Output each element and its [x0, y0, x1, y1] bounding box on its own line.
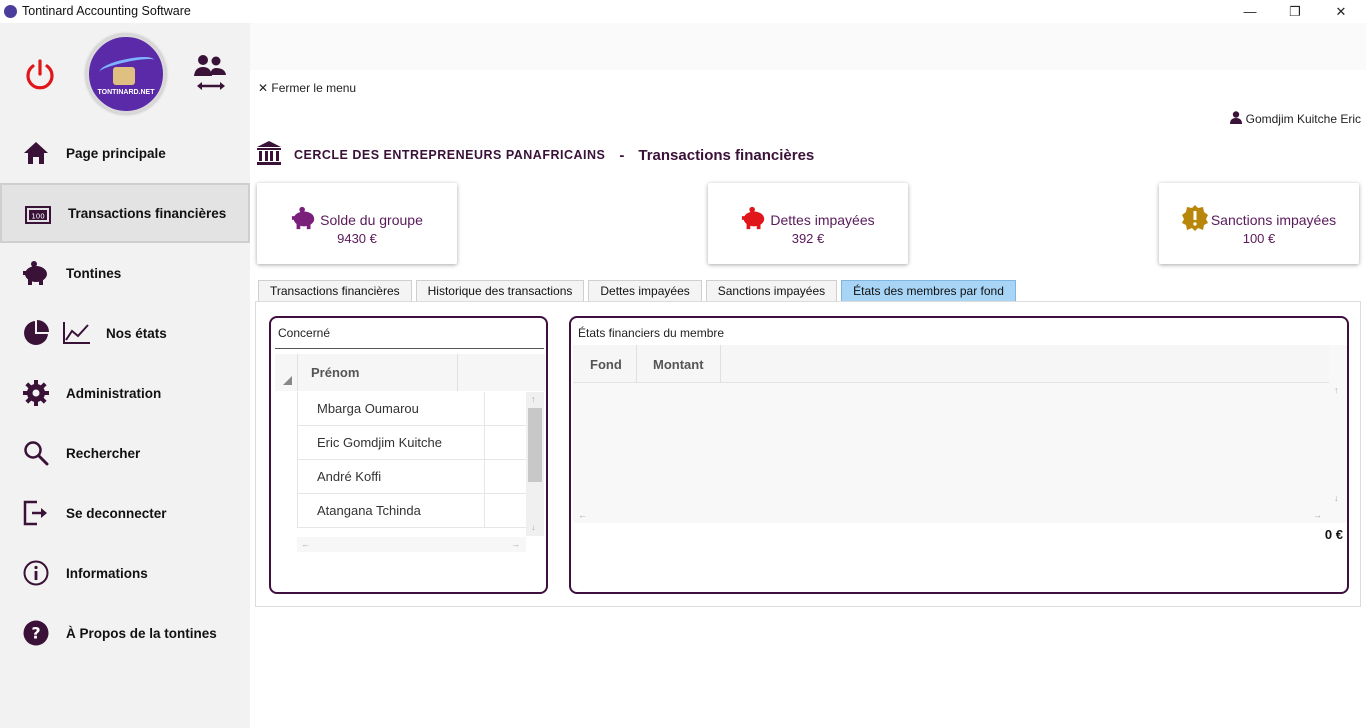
members-horizontal-scrollbar[interactable]: ← →	[297, 537, 526, 552]
piggy-bank-icon	[291, 205, 317, 234]
close-button[interactable]: ✕	[1318, 0, 1364, 23]
tab-historique-des-transactions[interactable]: Historique des transactions	[415, 280, 585, 302]
card-dettes-impayees: Dettes impayées 392 €	[708, 183, 908, 264]
concerne-title: Concerné	[278, 326, 331, 340]
scroll-up-icon[interactable]: ↑	[531, 394, 536, 404]
total-amount: 0 €	[1324, 527, 1343, 542]
divider	[275, 348, 544, 349]
sidebar: TONTINARD.NET Page principale 100 Transa…	[0, 23, 250, 728]
switch-group-icon[interactable]	[192, 52, 228, 99]
tab-etats-des-membres-par-fond[interactable]: États des membres par fond	[841, 280, 1016, 302]
card-sanctions-impayees: Sanctions impayées 100 €	[1159, 183, 1359, 264]
nav-transactions-financieres[interactable]: 100 Transactions financières	[0, 183, 250, 243]
title-separator: -	[619, 146, 625, 164]
members-vertical-scrollbar[interactable]: ↑ ↓	[526, 392, 544, 536]
card-value: 392 €	[791, 231, 825, 246]
table-row[interactable]: André Koffi	[297, 460, 526, 494]
members-grid-header: Prénom	[275, 354, 545, 391]
piggy-bank-icon	[741, 205, 767, 234]
concerne-box: Concerné Prénom Mbarga Oumarou Eric Gomd…	[269, 316, 548, 594]
card-value: 9430 €	[337, 231, 377, 246]
scroll-left-icon[interactable]: ←	[301, 539, 310, 549]
tab-transactions-financieres[interactable]: Transactions financières	[258, 280, 412, 302]
top-strip	[250, 23, 1366, 70]
pie-chart-icon	[22, 319, 50, 347]
select-all-corner[interactable]	[283, 376, 292, 385]
fund-grid-header: Fond Montant	[573, 345, 1329, 383]
minimize-button[interactable]: —	[1227, 0, 1273, 23]
power-icon[interactable]	[22, 57, 58, 98]
title-bar: Tontinard Accounting Software — ❐ ✕	[0, 0, 1366, 23]
scroll-left-icon[interactable]: ←	[578, 510, 587, 520]
gear-icon	[22, 379, 50, 407]
maximize-button[interactable]: ❐	[1272, 0, 1318, 23]
nav-se-deconnecter[interactable]: Se deconnecter	[0, 483, 250, 543]
nav-tontines[interactable]: Tontines	[0, 243, 250, 303]
table-row[interactable]: Mbarga Oumarou	[297, 392, 526, 426]
info-icon	[22, 559, 50, 587]
card-solde-du-groupe: Solde du groupe 9430 €	[257, 183, 457, 264]
fund-horizontal-scrollbar[interactable]: ← →	[573, 508, 1329, 523]
nav-rechercher[interactable]: Rechercher	[0, 423, 250, 483]
app-icon	[4, 5, 17, 18]
column-header-montant[interactable]: Montant	[653, 357, 704, 372]
scroll-right-icon[interactable]: →	[1313, 510, 1322, 520]
user-name: Gomdjim Kuitche Eric	[1245, 112, 1361, 126]
nav-administration[interactable]: Administration	[0, 363, 250, 423]
card-value: 100 €	[1242, 231, 1276, 246]
fund-vertical-scrollbar[interactable]: ↑ ↓	[1329, 383, 1347, 508]
scroll-down-icon[interactable]: ↓	[1334, 493, 1339, 503]
organization-name: CERCLE DES ENTREPRENEURS PANAFRICAINS	[294, 148, 606, 162]
card-title: Dettes impayées	[770, 211, 875, 228]
bank-icon	[256, 140, 282, 171]
home-icon	[22, 139, 50, 167]
search-icon	[22, 439, 50, 467]
card-title: Sanctions impayées	[1210, 211, 1337, 228]
close-menu-button[interactable]: ✕ Fermer le menu	[258, 81, 356, 95]
main-content: ✕ Fermer le menu Gomdjim Kuitche Eric CE…	[250, 23, 1366, 728]
line-chart-icon	[62, 321, 92, 350]
user-icon	[1229, 111, 1242, 127]
tab-panel: Concerné Prénom Mbarga Oumarou Eric Gomd…	[255, 301, 1361, 607]
fund-grid: Fond Montant ↑ ↓ ← →	[573, 345, 1347, 523]
card-title: Solde du groupe	[320, 211, 423, 228]
cash-icon: 100	[24, 201, 52, 229]
scroll-up-icon[interactable]: ↑	[1334, 385, 1339, 395]
nav-a-propos[interactable]: ? À Propos de la tontines	[0, 603, 250, 663]
app-logo: TONTINARD.NET	[86, 34, 166, 114]
column-header-prenom[interactable]: Prénom	[311, 365, 359, 380]
user-info: Gomdjim Kuitche Eric	[1229, 111, 1361, 127]
nav-nos-etats[interactable]: Nos états	[0, 303, 250, 363]
scroll-thumb[interactable]	[528, 408, 542, 482]
page-heading: CERCLE DES ENTREPRENEURS PANAFRICAINS - …	[256, 140, 815, 171]
svg-text:?: ?	[31, 624, 40, 643]
nav-informations[interactable]: Informations	[0, 543, 250, 603]
tab-bar: Transactions financières Historique des …	[258, 280, 1016, 302]
warning-badge-icon	[1181, 205, 1208, 234]
scroll-right-icon[interactable]: →	[511, 539, 520, 549]
table-row[interactable]: Atangana Tchinda	[297, 494, 526, 528]
tab-dettes-impayees[interactable]: Dettes impayées	[588, 280, 702, 302]
help-icon: ?	[22, 619, 50, 647]
etats-financiers-title: États financiers du membre	[578, 326, 725, 340]
page-title: Transactions financières	[638, 146, 815, 164]
logo-text: TONTINARD.NET	[97, 89, 155, 96]
etats-financiers-box: États financiers du membre Fond Montant …	[569, 316, 1349, 594]
piggy-bank-icon	[22, 259, 50, 287]
scroll-down-icon[interactable]: ↓	[531, 522, 536, 532]
table-row[interactable]: Eric Gomdjim Kuitche	[297, 426, 526, 460]
window-title: Tontinard Accounting Software	[22, 4, 191, 18]
close-icon: ✕	[258, 81, 269, 95]
logout-icon	[22, 499, 50, 527]
nav-page-principale[interactable]: Page principale	[0, 123, 250, 183]
tab-sanctions-impayees[interactable]: Sanctions impayées	[705, 280, 838, 302]
column-header-fond[interactable]: Fond	[590, 357, 622, 372]
svg-text:100: 100	[31, 213, 44, 221]
